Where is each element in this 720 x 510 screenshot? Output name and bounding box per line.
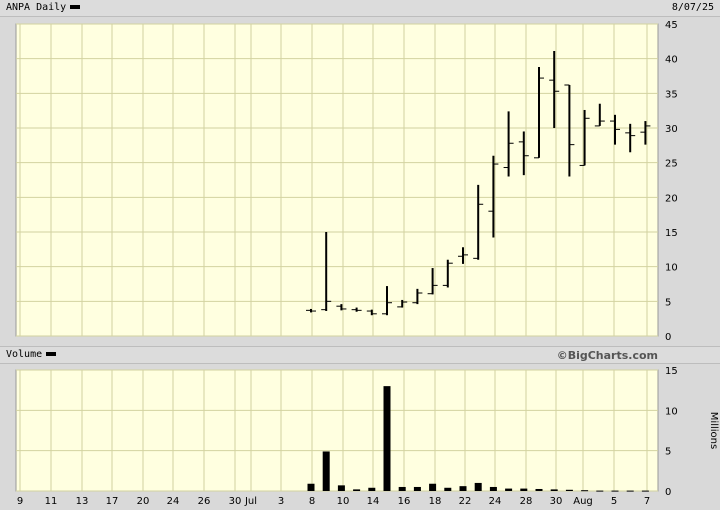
volume-xtick-label: 16 (398, 496, 411, 507)
volume-xtick-label: 7 (644, 496, 650, 507)
chart-date: 8/07/25 (671, 2, 714, 13)
volume-bar (489, 486, 497, 491)
volume-bar (565, 489, 573, 491)
volume-ytick-label: 15 (665, 366, 678, 377)
volume-xtick-label: 17 (106, 496, 119, 507)
price-ytick-label: 0 (665, 332, 671, 343)
volume-chart-header: Volume ©BigCharts.com (0, 346, 720, 364)
volume-bar (413, 486, 421, 491)
volume-xtick-label: 20 (137, 496, 150, 507)
volume-xtick-label: 28 (520, 496, 533, 507)
price-ytick-label: 45 (665, 20, 678, 31)
volume-ytick-label: 5 (665, 447, 671, 458)
volume-chart-title-text: Volume (6, 349, 43, 360)
volume-bar (353, 489, 361, 491)
price-ytick-label: 10 (665, 263, 678, 274)
volume-chart: 0510159 11 13 17 20 24 26 30 Jul 3 8 10 14 16 18 22 24 28… (15, 366, 719, 507)
volume-xtick-label: Aug (573, 496, 593, 507)
volume-xtick-label: 26 (198, 496, 211, 507)
volume-bar (520, 488, 528, 491)
volume-xtick-label: 5 (611, 496, 617, 507)
price-ytick-label: 5 (665, 297, 671, 308)
volume-bar (398, 486, 406, 491)
volume-bar (459, 486, 467, 491)
volume-bar (383, 386, 391, 491)
volume-bar (429, 483, 437, 491)
price-ytick-label: 35 (665, 89, 678, 100)
volume-chart-title: Volume (6, 349, 57, 360)
price-ytick-label: 15 (665, 228, 678, 239)
volume-xtick-label: 18 (429, 496, 442, 507)
volume-xtick-label: Jul (244, 496, 257, 507)
volume-xtick-label: 14 (367, 496, 380, 507)
volume-ytick-label: 10 (665, 406, 678, 417)
volume-xtick-label: 13 (76, 496, 89, 507)
volume-xtick-label: 11 (45, 496, 58, 507)
volume-bar (368, 487, 376, 491)
volume-xtick-label: 8 (309, 496, 315, 507)
price-ytick-label: 30 (665, 124, 678, 135)
volume-xtick-label: 22 (459, 496, 472, 507)
volume-bar (474, 482, 482, 491)
volume-xtick-label: 3 (278, 496, 284, 507)
volume-bar (641, 490, 649, 492)
volume-bar (581, 490, 589, 492)
price-chart-title-text: ANPA Daily (6, 2, 67, 13)
price-ytick-label: 40 (665, 55, 678, 66)
volume-xtick-label: 30 (550, 496, 563, 507)
volume-bar (550, 489, 558, 491)
price-chart-title: ANPA Daily (6, 2, 81, 13)
price-chart-header: ANPA Daily 8/07/25 (0, 0, 720, 17)
price-ytick-label: 25 (665, 159, 678, 170)
price-legend-swatch (70, 5, 81, 9)
volume-xtick-label: 30 (229, 496, 242, 507)
volume-bar (505, 488, 513, 491)
volume-bar (444, 487, 452, 491)
volume-legend-swatch (46, 352, 57, 356)
volume-bar (611, 490, 619, 492)
volume-xtick-label: 24 (167, 496, 180, 507)
volume-bar (337, 485, 345, 491)
volume-xtick-label: 9 (17, 496, 23, 507)
volume-ylabel: Millions (708, 412, 719, 449)
credit-label: ©BigCharts.com (556, 349, 658, 362)
volume-bar (626, 490, 634, 492)
volume-bar (535, 488, 543, 491)
volume-ytick-label: 0 (665, 487, 671, 498)
price-ytick-label: 20 (665, 193, 678, 204)
volume-xtick-label: 10 (337, 496, 350, 507)
price-chart: 0 5 10 15 20 25 30 35 40 45 (15, 20, 678, 343)
volume-bar (307, 483, 315, 491)
volume-xtick-label: 24 (489, 496, 502, 507)
volume-bar (322, 451, 330, 491)
volume-bar (596, 490, 604, 492)
